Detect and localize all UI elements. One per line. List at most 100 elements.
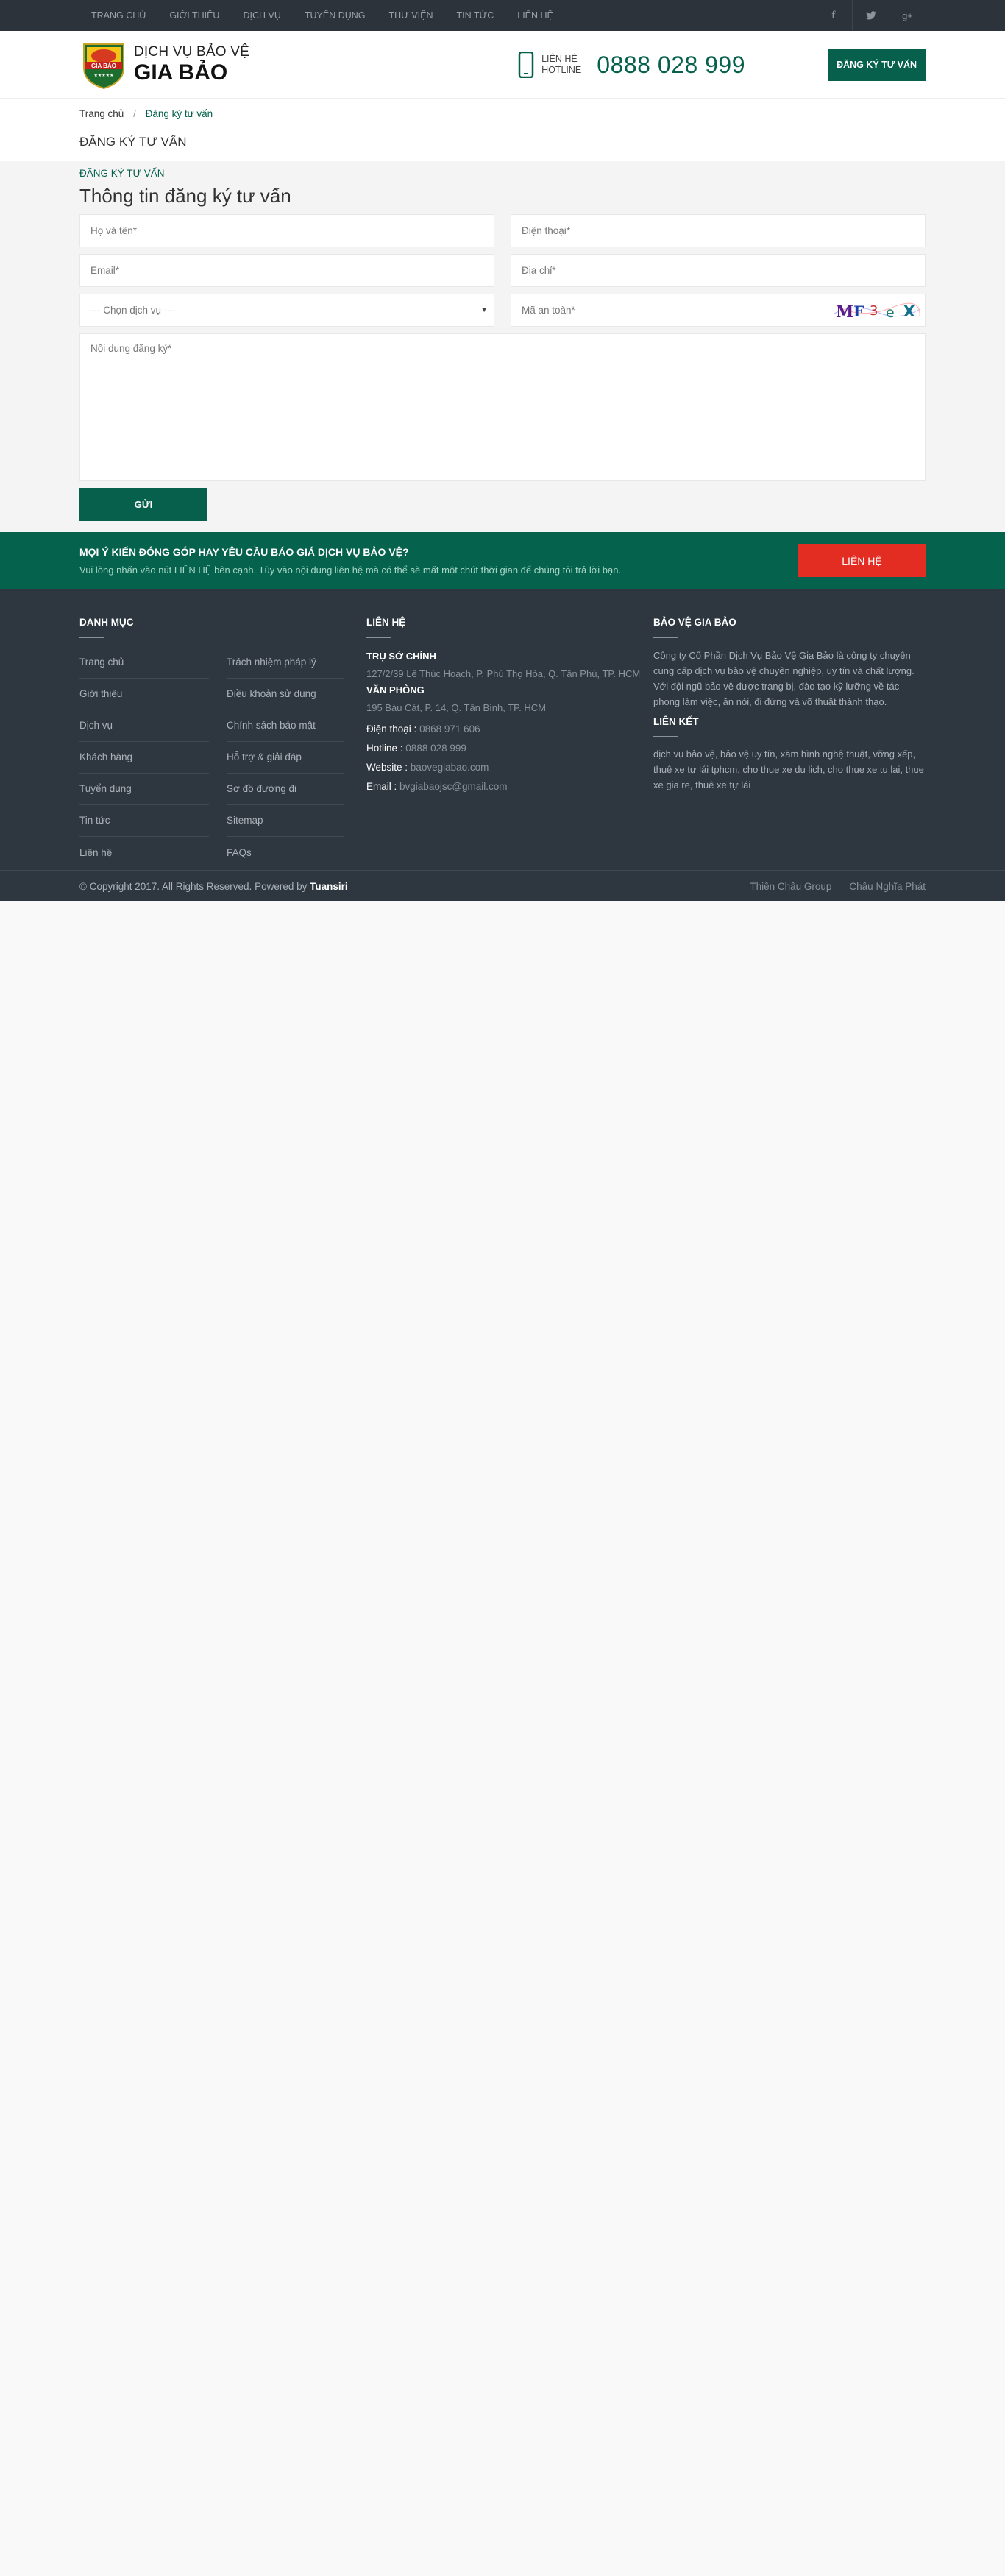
nav-item-about[interactable]: GIỚI THIỆU xyxy=(157,0,231,31)
email-value[interactable]: bvgiabaojsc@gmail.com xyxy=(399,781,508,792)
footer-link[interactable]: Hỗ trợ & giải đáp xyxy=(227,742,344,774)
office-address: 195 Bàu Cát, P. 14, Q. Tân Bình, TP. HCM xyxy=(366,701,547,713)
footer-link[interactable]: Dịch vụ xyxy=(79,710,209,742)
svg-text:3: 3 xyxy=(870,303,878,319)
footer-links: Trang chủ Trách nhiệm pháp lý Giới thiệu… xyxy=(79,647,366,868)
footer-link[interactable]: Giới thiệu xyxy=(79,679,209,710)
captcha-input[interactable]: Mã an toàn* M F 3 e X xyxy=(511,294,926,327)
hq-address: 127/2/39 Lê Thúc Hoạch, P. Phú Thọ Hòa, … xyxy=(366,668,641,679)
footer-phone: Điện thoại : 0868 971 606 xyxy=(366,723,653,735)
hotline-number[interactable]: 0888 028 999 xyxy=(597,52,745,79)
footer-tags[interactable]: dịch vụ bảo vệ, bảo vệ uy tín, xăm hình … xyxy=(653,746,926,793)
mobile-phone-icon xyxy=(518,52,534,78)
footer-contact-heading: LIÊN HỆ xyxy=(366,617,406,628)
breadcrumb: Trang chủ / Đăng ký tư vấn xyxy=(79,99,926,127)
footer-link[interactable]: Trang chủ xyxy=(79,647,209,679)
contact-button[interactable]: LIÊN HỆ xyxy=(798,544,926,577)
partner-link-chau-nghia-phat[interactable]: Châu Nghĩa Phát xyxy=(849,881,926,892)
cta-subtext: Vui lòng nhấn vào nút LIÊN HỆ bên cạnh. … xyxy=(79,564,622,576)
hotline-label-contact: LIÊN HỆ xyxy=(541,54,578,64)
heading-underline xyxy=(79,637,104,638)
address-input[interactable]: Địa chỉ* xyxy=(511,254,926,287)
phone-value[interactable]: 0868 971 606 xyxy=(419,723,480,735)
footer-links-heading: LIÊN KẾT xyxy=(653,715,699,727)
footer-link[interactable]: Liên hệ xyxy=(79,837,209,868)
submit-button[interactable]: GỬI xyxy=(79,488,207,521)
heading-underline xyxy=(653,735,678,737)
footer-link[interactable]: FAQs xyxy=(227,837,344,868)
footer-hotline: Hotline : 0888 028 999 xyxy=(366,743,653,754)
powered-by-link[interactable]: Tuansiri xyxy=(310,881,348,892)
message-textarea[interactable]: Nội dung đăng ký* xyxy=(79,333,926,481)
partner-link-thien-chau[interactable]: Thiên Châu Group xyxy=(750,881,831,892)
copyright-text: © Copyright 2017. All Rights Reserved. P… xyxy=(79,880,308,892)
nav-item-recruitment[interactable]: TUYỂN DỤNG xyxy=(293,0,377,31)
footer-categories-heading: DANH MỤC xyxy=(79,617,134,628)
breadcrumb-separator: / xyxy=(133,108,136,119)
caret-down-icon: ▼ xyxy=(480,306,488,314)
site-footer: DANH MỤC Trang chủ Trách nhiệm pháp lý G… xyxy=(0,589,1005,901)
about-text: Công ty Cổ Phần Dịch Vụ Bảo Vệ Gia Bảo l… xyxy=(653,649,915,707)
captcha-placeholder: Mã an toàn* xyxy=(522,305,575,316)
facebook-icon[interactable]: f xyxy=(815,0,852,31)
form-tag: ĐĂNG KÝ TƯ VẤN xyxy=(79,168,165,179)
footer-bottom-bar: © Copyright 2017. All Rights Reserved. P… xyxy=(0,870,1005,901)
cta-question: MỌI Ý KIẾN ĐÓNG GÓP HAY YÊU CẦU BÁO GIÁ … xyxy=(79,545,409,558)
main-menu: TRANG CHỦ GIỚI THIỆU DỊCH VỤ TUYỂN DỤNG … xyxy=(79,0,565,31)
footer-link[interactable]: Điều khoản sử dụng xyxy=(227,679,344,710)
footer-link[interactable]: Trách nhiệm pháp lý xyxy=(227,647,344,679)
footer-link[interactable]: Sitemap xyxy=(227,805,344,837)
svg-text:X: X xyxy=(903,302,915,320)
hotline-value[interactable]: 0888 028 999 xyxy=(405,743,466,754)
site-logo[interactable]: GIA BẢO ★★★★★ DỊCH VỤ BẢO VỆ GIA BẢO xyxy=(79,40,249,90)
email-label: Email : xyxy=(366,780,397,792)
hotline-label: Hotline : xyxy=(366,742,403,754)
logo-line1: DỊCH VỤ BẢO VỆ xyxy=(134,44,249,60)
name-input[interactable]: Họ và tên* xyxy=(79,214,494,247)
page-title: ĐĂNG KÝ TƯ VẤN xyxy=(79,135,187,149)
service-select-value: --- Chọn dịch vụ --- xyxy=(90,305,174,316)
form-title: Thông tin đăng ký tư vấn xyxy=(79,185,291,207)
nav-item-library[interactable]: THƯ VIỆN xyxy=(377,0,445,31)
svg-text:★★★★★: ★★★★★ xyxy=(94,73,114,78)
website-value[interactable]: baovegiabao.com xyxy=(411,762,489,773)
footer-link[interactable]: Chính sách bảo mật xyxy=(227,710,344,742)
svg-text:e: e xyxy=(886,305,895,321)
logo-line2: GIA BẢO xyxy=(134,60,228,85)
logo-badge-text: GIA BẢO xyxy=(91,63,116,69)
service-select[interactable]: --- Chọn dịch vụ --- ▼ xyxy=(79,294,494,327)
footer-about-heading: BẢO VỆ GIA BẢO xyxy=(653,617,736,628)
breadcrumb-current[interactable]: Đăng ký tư vấn xyxy=(146,108,213,119)
email-input[interactable]: Email* xyxy=(79,254,494,287)
partner-links: Thiên Châu Group Châu Nghĩa Phát xyxy=(732,881,926,892)
footer-website: Website : baovegiabao.com xyxy=(366,762,653,773)
footer-email: Email : bvgiabaojsc@gmail.com xyxy=(366,781,653,792)
contact-cta-banner: MỌI Ý KIẾN ĐÓNG GÓP HAY YÊU CẦU BÁO GIÁ … xyxy=(0,532,1005,589)
hq-heading: TRỤ SỞ CHÍNH xyxy=(366,650,436,662)
consultation-form: ĐĂNG KÝ TƯ VẤN Thông tin đăng ký tư vấn … xyxy=(0,161,1005,521)
website-label: Website : xyxy=(366,761,408,773)
heading-underline xyxy=(366,637,391,638)
nav-item-services[interactable]: DỊCH VỤ xyxy=(231,0,292,31)
register-consultation-button[interactable]: ĐĂNG KÝ TƯ VẤN xyxy=(828,49,926,81)
hotline-label: HOTLINE xyxy=(541,65,582,75)
nav-item-news[interactable]: TIN TỨC xyxy=(445,0,506,31)
breadcrumb-home[interactable]: Trang chủ xyxy=(79,108,124,119)
phone-label: Điện thoại : xyxy=(366,723,417,735)
twitter-icon[interactable] xyxy=(852,0,889,31)
svg-text:M: M xyxy=(836,302,853,322)
google-plus-icon[interactable]: g+ xyxy=(889,0,926,31)
svg-text:F: F xyxy=(853,302,864,320)
phone-input[interactable]: Điện thoại* xyxy=(511,214,926,247)
footer-link[interactable]: Tin tức xyxy=(79,805,209,837)
nav-item-contact[interactable]: LIÊN HỆ xyxy=(505,0,565,31)
social-links: f g+ xyxy=(815,0,926,31)
footer-link[interactable]: Sơ đồ đường đi xyxy=(227,774,344,805)
captcha-image: M F 3 e X xyxy=(833,299,921,322)
nav-item-home[interactable]: TRANG CHỦ xyxy=(79,0,157,31)
hotline-block: LIÊN HỆ HOTLINE 0888 028 999 xyxy=(516,52,745,79)
office-heading: VĂN PHÒNG xyxy=(366,684,425,696)
footer-link[interactable]: Khách hàng xyxy=(79,742,209,774)
site-header: GIA BẢO ★★★★★ DỊCH VỤ BẢO VỆ GIA BẢO LIÊ… xyxy=(0,31,1005,99)
footer-link[interactable]: Tuyển dụng xyxy=(79,774,209,805)
